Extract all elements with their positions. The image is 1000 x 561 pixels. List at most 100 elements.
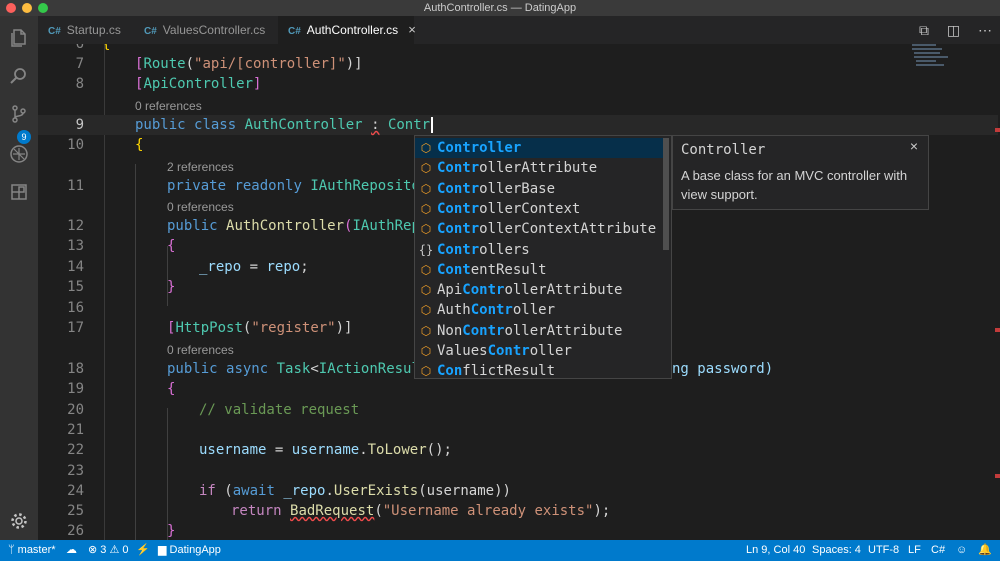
minimize-window-button[interactable] (22, 3, 32, 13)
line-number: 19 (67, 381, 84, 397)
project-name: DatingApp (169, 544, 221, 556)
suggestion-text: ollers (479, 241, 530, 258)
line-number: 12 (67, 218, 84, 234)
code-line: 20// validate request (38, 400, 998, 420)
codelens-references[interactable]: 0 references (167, 197, 234, 217)
tab-values-controller[interactable]: C# ValuesController.cs (134, 16, 278, 44)
class-icon: ⬡ (420, 344, 432, 358)
settings-gear-icon[interactable] (9, 512, 29, 532)
suggestion-text: oller (529, 343, 572, 359)
codelens-references[interactable]: 2 references (167, 157, 234, 177)
suggestion-match: Contr (437, 160, 480, 177)
suggestion-item[interactable]: ⬡ ConflictResult (415, 361, 663, 381)
folder-icon: ▆ (158, 544, 170, 556)
minimap[interactable] (910, 44, 970, 104)
close-tab-icon[interactable]: × (408, 22, 416, 37)
encoding[interactable]: UTF-8 (868, 540, 899, 561)
extensions-icon[interactable] (9, 182, 29, 202)
close-window-button[interactable] (6, 3, 16, 13)
code-line-current: 9 public class AuthController : Contr (38, 115, 998, 135)
suggestion-text: ollerAttribute (504, 322, 623, 339)
activity-bar: 9 (0, 16, 38, 540)
suggestion-scrollbar[interactable] (663, 138, 669, 250)
problems-indicator[interactable]: ⊗ 3 ⚠ 0 (88, 540, 129, 561)
indentation[interactable]: Spaces: 4 (812, 540, 861, 561)
codelens-references[interactable]: 0 references (135, 96, 202, 116)
line-number: 26 (67, 523, 84, 539)
line-ending[interactable]: LF (908, 540, 921, 561)
notifications-icon[interactable]: 🔔 (978, 540, 992, 561)
code-line: 7 [Route("api/[controller]")] (38, 54, 998, 74)
line-number: 17 (67, 320, 84, 336)
suggestion-item[interactable]: ⬡ ControllerContextAttribute (415, 219, 663, 239)
close-details-icon[interactable]: × (910, 138, 918, 154)
suggestion-item[interactable]: ⬡ ControllerBase (415, 179, 663, 199)
source-control-badge: 9 (17, 130, 31, 144)
tab-label: AuthController.cs (306, 23, 399, 37)
details-description: A base class for an MVC controller with … (681, 168, 908, 202)
suggestion-item[interactable]: ⬡ ControllerAttribute (415, 158, 663, 178)
sync-icon[interactable]: ☁ (66, 540, 77, 561)
debug-icon[interactable] (9, 144, 29, 164)
branch-name: master* (17, 544, 56, 556)
run-icon[interactable]: ⚡ (136, 540, 150, 561)
more-actions-icon[interactable]: ⋯ (978, 22, 992, 38)
suggestion-item[interactable]: ⬡ ValuesController (415, 341, 663, 361)
suggestion-text: Values (437, 343, 488, 359)
error-marker (995, 328, 1000, 332)
line-number: 24 (67, 483, 84, 499)
line-number: 9 (75, 117, 84, 133)
cursor-position[interactable]: Ln 9, Col 40 (746, 540, 805, 561)
line-number: 16 (67, 300, 84, 316)
codelens-references[interactable]: 0 references (167, 340, 234, 360)
tab-startup[interactable]: C# Startup.cs (38, 16, 134, 44)
suggestion-text: ollerAttribute (479, 160, 598, 177)
suggestion-match: Controller (437, 140, 522, 156)
search-icon[interactable] (9, 66, 29, 86)
line-number: 14 (67, 259, 84, 275)
suggestion-item[interactable]: ⬡ ContentResult (415, 260, 663, 280)
maximize-window-button[interactable] (38, 3, 48, 13)
line-number: 20 (67, 402, 84, 418)
error-count: 3 (100, 544, 107, 556)
class-icon: ⬡ (420, 283, 432, 298)
class-icon: ⬡ (420, 364, 432, 379)
language-mode[interactable]: C# (931, 540, 945, 561)
feedback-icon[interactable]: ☺ (956, 540, 967, 561)
project-selector[interactable]: ▆ DatingApp (158, 540, 221, 561)
suggestion-item[interactable]: ⬡ Controller (415, 138, 663, 158)
class-icon: ⬡ (420, 141, 432, 155)
class-icon: ⬡ (420, 201, 432, 216)
suggestion-match: Contr (437, 241, 480, 258)
tab-label: Startup.cs (66, 23, 121, 37)
error-marker (995, 474, 1000, 478)
code-line: 26} (38, 521, 998, 540)
suggestion-match: Contr (462, 322, 505, 339)
suggestion-details: Controller A base class for an MVC contr… (672, 135, 929, 210)
suggestion-match: Contr (470, 302, 513, 319)
code-line: 23 (38, 461, 998, 481)
suggestion-item[interactable]: {} Controllers (415, 240, 663, 260)
line-number: 18 (67, 361, 84, 377)
code-line: 6{ (38, 44, 998, 54)
suggestion-item[interactable]: ⬡ NonControllerAttribute (415, 321, 663, 341)
class-icon: ⬡ (420, 181, 432, 196)
open-changes-icon[interactable]: ⧉ (919, 22, 929, 38)
suggestion-text: ollerContextAttribute (479, 221, 657, 238)
explorer-icon[interactable] (9, 28, 29, 48)
suggestion-item[interactable]: ⬡ ApiControllerAttribute (415, 280, 663, 300)
source-control-icon[interactable] (9, 104, 29, 124)
suggestion-text: Non (437, 322, 463, 339)
branch-indicator[interactable]: ᛘ master* (8, 540, 56, 561)
split-editor-icon[interactable]: ◫ (947, 22, 960, 38)
line-number: 22 (67, 442, 84, 458)
details-title: Controller (681, 142, 766, 158)
warning-icon: ⚠ (109, 544, 123, 556)
class-icon: ⬡ (420, 161, 432, 176)
class-icon: ⬡ (420, 262, 432, 277)
line-number: 13 (67, 238, 84, 254)
suggestion-item[interactable]: ⬡ ControllerContext (415, 199, 663, 219)
code-line: 22 username = username.ToLower(); (38, 440, 998, 460)
suggestion-item[interactable]: ⬡ AuthController (415, 300, 663, 320)
tab-auth-controller[interactable]: C# AuthController.cs × (278, 16, 416, 44)
